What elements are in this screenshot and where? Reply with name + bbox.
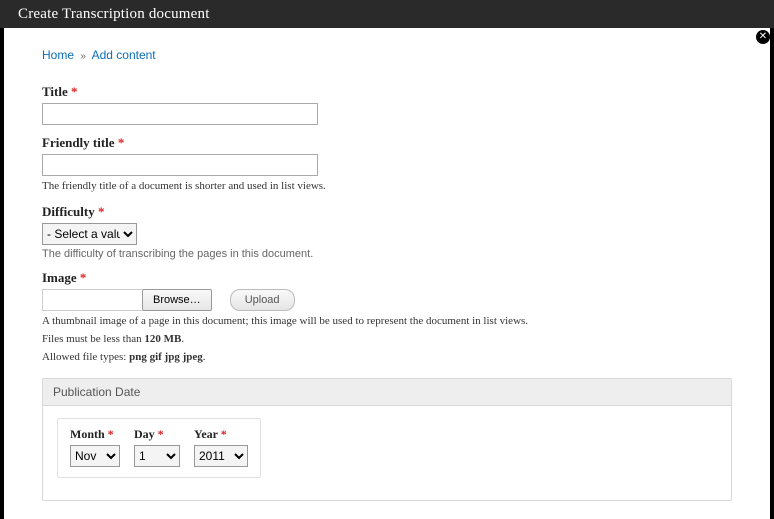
image-filename-display [42,289,142,311]
friendly-title-help: The friendly title of a document is shor… [42,179,732,194]
publication-date-legend: Publication Date [43,379,731,406]
image-help-2: Files must be less than 120 MB. [42,332,732,347]
friendly-title-input[interactable] [42,154,318,176]
upload-button[interactable]: Upload [230,289,295,311]
page-body: Home » Add content Title * Friendly titl… [4,28,770,519]
date-picker-group: Month * Nov Day * 1 Year * 2011 [57,418,261,478]
title-label: Title * [42,84,732,100]
required-marker: * [71,84,78,99]
required-marker: * [118,135,125,150]
month-select[interactable]: Nov [70,445,120,467]
year-select[interactable]: 2011 [194,445,248,467]
publication-date-fieldset: Publication Date Month * Nov Day * 1 Yea… [42,378,732,501]
month-label: Month * [70,427,120,442]
close-icon[interactable]: ✕ [756,30,770,44]
image-help-3: Allowed file types: png gif jpg jpeg. [42,350,732,365]
window-title: Create Transcription document [0,0,774,28]
day-label: Day * [134,427,180,442]
breadcrumb-current-link[interactable]: Add content [92,48,156,62]
image-label: Image * [42,270,732,286]
friendly-title-label: Friendly title * [42,135,732,151]
difficulty-select[interactable]: - Select a value - [42,223,137,245]
title-input[interactable] [42,103,318,125]
required-marker: * [98,204,105,219]
breadcrumb: Home » Add content [42,48,732,62]
day-select[interactable]: 1 [134,445,180,467]
breadcrumb-home-link[interactable]: Home [42,48,74,62]
breadcrumb-separator: » [80,51,86,62]
year-label: Year * [194,427,248,442]
difficulty-label: Difficulty * [42,204,732,220]
image-help-1: A thumbnail image of a page in this docu… [42,314,732,329]
difficulty-help: The difficulty of transcribing the pages… [42,248,732,260]
required-marker: * [80,270,87,285]
browse-button[interactable]: Browse… [142,289,212,311]
